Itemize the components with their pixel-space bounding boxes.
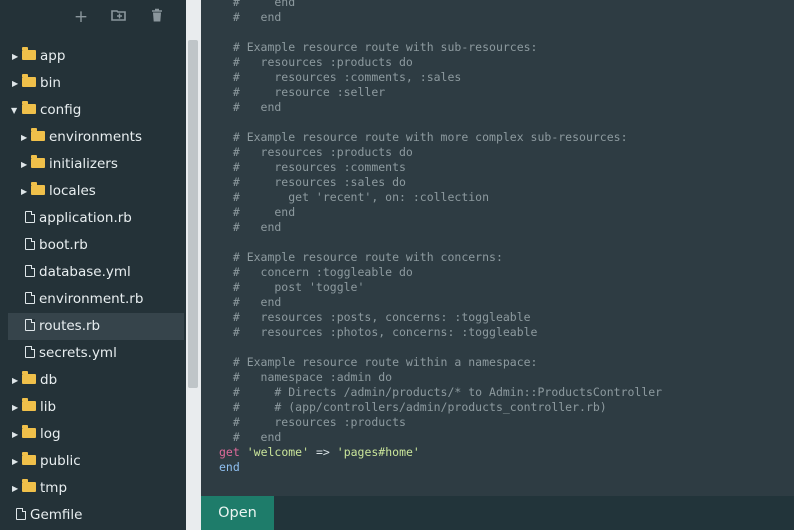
code-keyword-end: end — [219, 460, 240, 474]
tree-folder-bin[interactable]: ▶ bin — [0, 70, 186, 97]
caret-right-icon[interactable]: ▶ — [12, 448, 20, 475]
file-icon — [25, 238, 35, 250]
folder-icon — [22, 47, 36, 60]
tree-label: tmp — [40, 480, 68, 496]
tree-label: initializers — [49, 156, 118, 172]
code-string-welcome: 'welcome' — [246, 445, 310, 459]
folder-icon — [31, 128, 45, 141]
file-icon — [25, 265, 35, 277]
caret-right-icon[interactable]: ▶ — [21, 124, 29, 151]
tree-file-secrets-yml[interactable]: secrets.yml — [0, 340, 186, 367]
caret-down-icon[interactable]: ▼ — [11, 97, 19, 124]
tree-file-boot-rb[interactable]: boot.rb — [0, 232, 186, 259]
caret-right-icon[interactable]: ▶ — [21, 178, 29, 205]
tree-file-environment-rb[interactable]: environment.rb — [0, 286, 186, 313]
folder-open-icon — [22, 101, 36, 114]
tree-label: application.rb — [39, 210, 132, 226]
sidebar-toolbar: + — [0, 0, 186, 34]
trash-icon[interactable] — [148, 8, 166, 26]
folder-icon — [22, 452, 36, 465]
file-icon — [16, 508, 26, 520]
tree-label: routes.rb — [39, 318, 101, 334]
code-string-pages-home: 'pages#home' — [336, 445, 420, 459]
sidebar-scrollbar-thumb[interactable] — [188, 40, 198, 388]
folder-icon — [22, 398, 36, 411]
file-icon — [25, 319, 35, 331]
caret-right-icon[interactable]: ▶ — [12, 70, 20, 97]
code-editor[interactable]: # end # end # Example resource route wit… — [201, 0, 794, 496]
tree-label: locales — [49, 183, 96, 199]
file-icon — [25, 346, 35, 358]
caret-right-icon[interactable]: ▶ — [21, 151, 29, 178]
folder-icon — [22, 371, 36, 384]
file-tree-sidebar: + ▶ app ▶ bin ▼ config ▶ environments ▶ initi… — [0, 0, 186, 530]
tree-label: config — [40, 102, 82, 118]
tree-folder-locales[interactable]: ▶ locales — [0, 178, 186, 205]
tree-folder-public[interactable]: ▶ public — [0, 448, 186, 475]
folder-icon — [31, 155, 45, 168]
bottom-bar: Open — [201, 496, 794, 530]
caret-right-icon[interactable]: ▶ — [12, 43, 20, 70]
tree-file-database-yml[interactable]: database.yml — [0, 259, 186, 286]
tree-label: db — [40, 372, 58, 388]
tree-label: log — [40, 426, 61, 442]
tree-file-gemfile[interactable]: Gemfile — [0, 502, 186, 529]
tree-label: boot.rb — [39, 237, 88, 253]
tree-folder-environments[interactable]: ▶ environments — [0, 124, 186, 151]
folder-icon — [22, 479, 36, 492]
tree-folder-initializers[interactable]: ▶ initializers — [0, 151, 186, 178]
tree-file-routes-rb[interactable]: routes.rb — [8, 313, 184, 340]
file-icon — [25, 292, 35, 304]
open-button[interactable]: Open — [201, 496, 274, 530]
tree-folder-lib[interactable]: ▶ lib — [0, 394, 186, 421]
tree-folder-config[interactable]: ▼ config — [0, 97, 186, 124]
tree-label: database.yml — [39, 264, 131, 280]
tree-label: public — [40, 453, 81, 469]
code-keyword-get: get — [219, 445, 240, 459]
folder-icon — [22, 425, 36, 438]
plus-icon[interactable]: + — [72, 8, 90, 26]
folder-icon — [22, 74, 36, 87]
code-content: # end # end # Example resource route wit… — [219, 0, 662, 475]
file-tree: ▶ app ▶ bin ▼ config ▶ environments ▶ initial… — [0, 43, 186, 529]
tree-folder-tmp[interactable]: ▶ tmp — [0, 475, 186, 502]
tree-label: bin — [40, 75, 61, 91]
folder-icon — [31, 182, 45, 195]
file-icon — [25, 211, 35, 223]
tree-folder-db[interactable]: ▶ db — [0, 367, 186, 394]
tree-label: lib — [40, 399, 57, 415]
caret-right-icon[interactable]: ▶ — [12, 421, 20, 448]
tree-label: environment.rb — [39, 291, 144, 307]
tree-label: secrets.yml — [39, 345, 117, 361]
caret-right-icon[interactable]: ▶ — [12, 394, 20, 421]
caret-right-icon[interactable]: ▶ — [12, 367, 20, 394]
code-operator-arrow: => — [315, 445, 330, 459]
code-comment-block: # end # end # Example resource route wit… — [232, 0, 663, 444]
tree-folder-app[interactable]: ▶ app — [0, 43, 186, 70]
tree-label: Gemfile — [30, 507, 83, 523]
tree-folder-log[interactable]: ▶ log — [0, 421, 186, 448]
tree-label: environments — [49, 129, 143, 145]
caret-right-icon[interactable]: ▶ — [12, 475, 20, 502]
tree-label: app — [40, 48, 66, 64]
tree-file-application-rb[interactable]: application.rb — [0, 205, 186, 232]
folder-plus-icon[interactable] — [110, 8, 128, 26]
